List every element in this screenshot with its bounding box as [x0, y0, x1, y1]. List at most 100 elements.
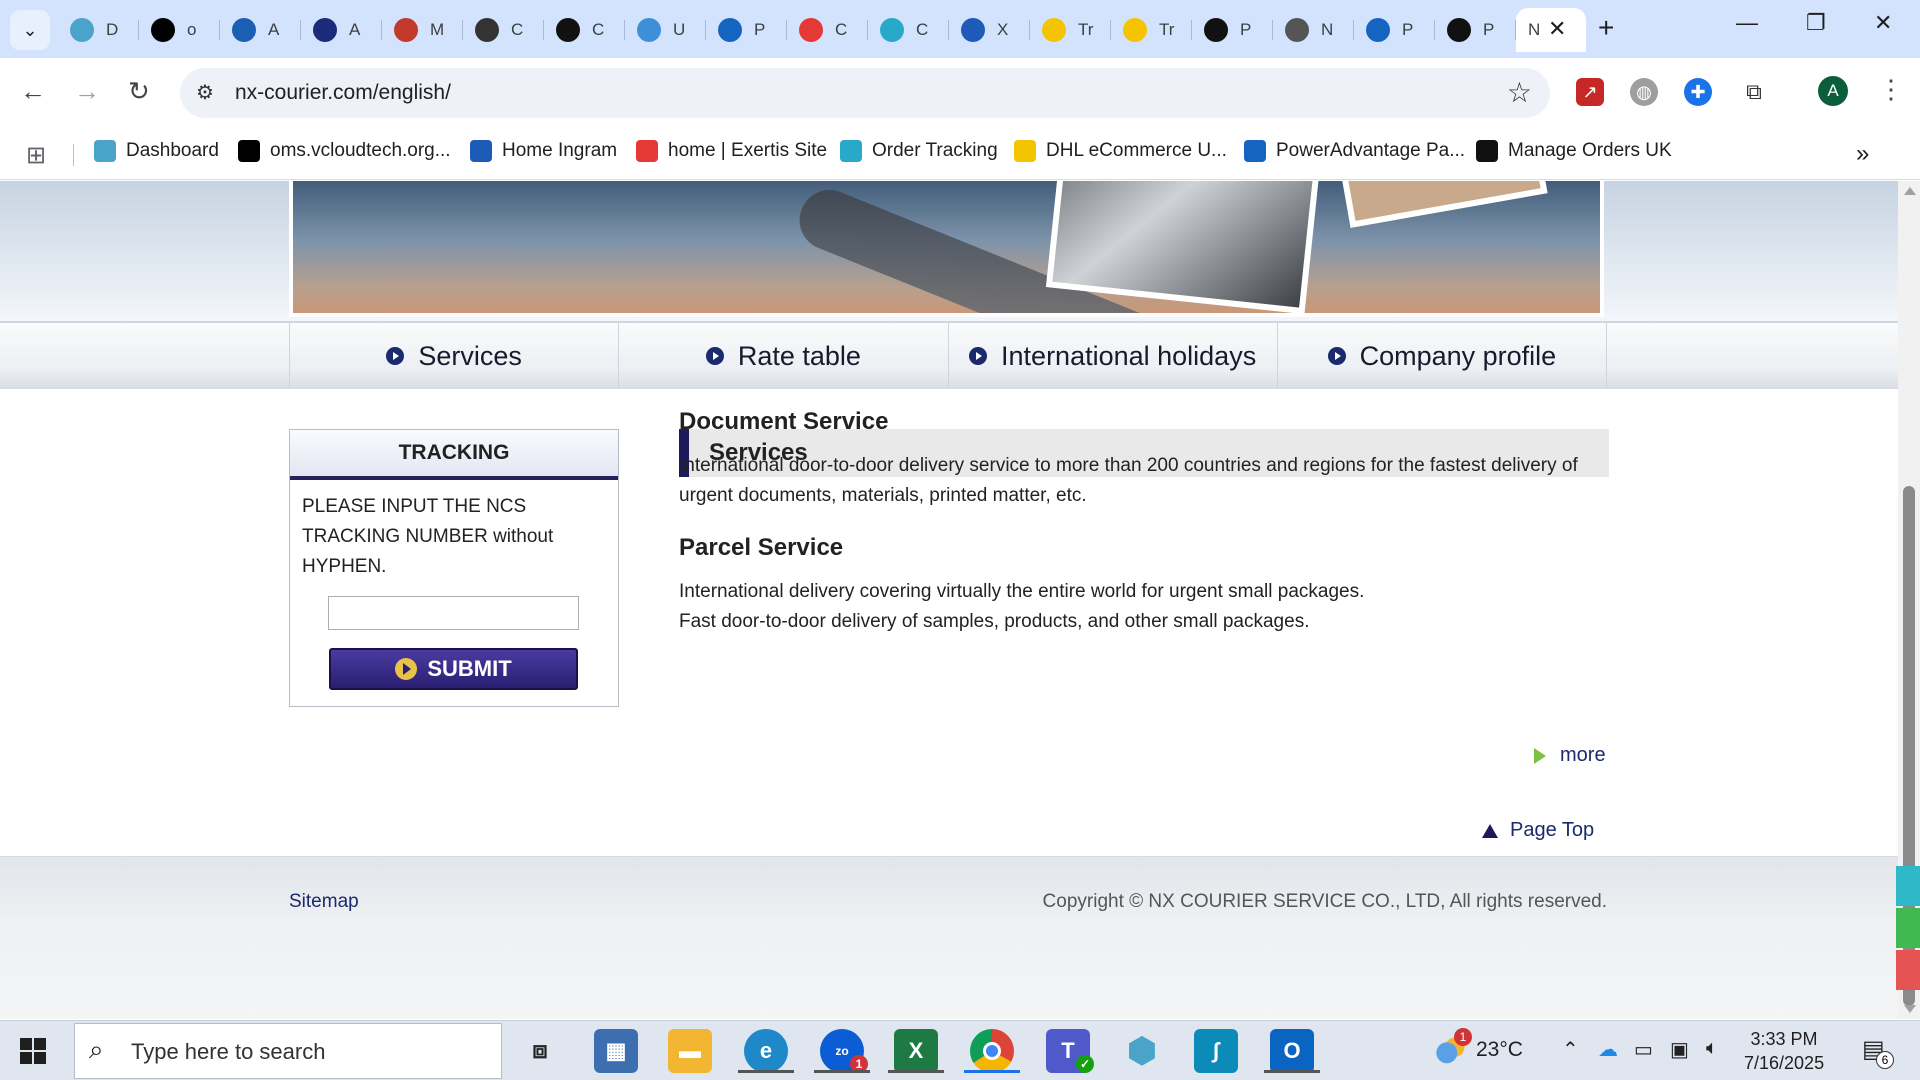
excel-icon[interactable]: X	[888, 1029, 944, 1073]
nav-services[interactable]: Services	[289, 323, 618, 389]
dhl-icon	[1123, 18, 1147, 42]
scrollbar-markers	[1896, 866, 1920, 992]
extensions-puzzle-icon[interactable]: ⧉	[1740, 78, 1768, 106]
address-bar[interactable]: ⚙ nx-courier.com/english/ ☆	[180, 68, 1550, 118]
bookmark-star-icon[interactable]: ☆	[1507, 76, 1532, 109]
browser-tab[interactable]: C	[463, 8, 544, 52]
browser-tab[interactable]: C	[544, 8, 625, 52]
calculator-icon[interactable]: ▦	[594, 1029, 638, 1073]
scroll-down-icon[interactable]	[1904, 1005, 1916, 1013]
browser-tab[interactable]: C	[787, 8, 868, 52]
hexagon-icon	[70, 18, 94, 42]
browser-tab[interactable]: Tr	[1030, 8, 1111, 52]
profile-avatar[interactable]: A	[1818, 76, 1848, 106]
zoom-icon[interactable]: zo 1	[814, 1029, 870, 1073]
browser-tab[interactable]: D	[58, 8, 139, 52]
dhl-icon	[1042, 18, 1066, 42]
nav-international-holidays[interactable]: International holidays	[947, 323, 1277, 389]
browser-tab[interactable]: P	[706, 8, 787, 52]
weather-widget[interactable]: 1 23°C	[1434, 1028, 1523, 1064]
play-bullet-icon	[1327, 347, 1346, 365]
minimize-icon[interactable]: —	[1736, 10, 1758, 36]
script-app-icon[interactable]: ∫	[1194, 1029, 1238, 1073]
start-button[interactable]	[20, 1038, 46, 1064]
globe-extension-icon[interactable]: ◍	[1630, 78, 1658, 106]
site-info-icon[interactable]: ⚙	[196, 80, 214, 105]
show-hidden-icons[interactable]: ⌃	[1562, 1037, 1579, 1062]
submit-button[interactable]: SUBMIT	[329, 648, 578, 690]
arrow-logo-icon	[313, 18, 337, 42]
tab-search-button[interactable]: ⌄	[10, 10, 50, 50]
hexagon-app-icon[interactable]: ⬢	[1120, 1029, 1164, 1073]
browser-tab[interactable]: P	[1354, 8, 1435, 52]
bird-icon	[1447, 18, 1471, 42]
back-button[interactable]: ←	[20, 76, 46, 107]
close-window-icon[interactable]: ✕	[1874, 10, 1892, 36]
triangle-logo-icon	[238, 140, 260, 162]
parcel-photo	[1338, 181, 1548, 228]
browser-tab[interactable]: P	[1192, 8, 1273, 52]
tab-list: Do A A M C C U P C C X Tr Tr P N P P N	[58, 8, 1586, 52]
pdf-extension-icon[interactable]: ↗	[1576, 78, 1604, 106]
openai-icon	[556, 18, 580, 42]
forward-button[interactable]: →	[74, 76, 100, 107]
url-text[interactable]: nx-courier.com/english/	[235, 81, 451, 105]
sitemap-link[interactable]: Sitemap	[289, 891, 359, 913]
scroll-marker	[1896, 908, 1920, 948]
chrome-icon[interactable]	[964, 1029, 1020, 1073]
browser-tab[interactable]: Tr	[1111, 8, 1192, 52]
file-explorer-icon[interactable]: ▬	[668, 1029, 712, 1073]
page-top-link[interactable]: Page Top	[1482, 819, 1594, 842]
bookmark-item[interactable]: PowerAdvantage Pa...	[1244, 140, 1465, 162]
browser-tab[interactable]: X	[949, 8, 1030, 52]
bookmark-item[interactable]: Order Tracking	[840, 140, 998, 162]
outlook-icon[interactable]: O	[1264, 1029, 1320, 1073]
bookmark-item[interactable]: home | Exertis Site	[636, 140, 827, 162]
scroll-up-icon[interactable]	[1904, 187, 1916, 195]
bookmark-label: Dashboard	[126, 140, 219, 161]
browser-tab[interactable]: U	[625, 8, 706, 52]
nav-company-profile[interactable]: Company profile	[1276, 323, 1607, 389]
close-tab-icon[interactable]: ✕	[1548, 16, 1566, 42]
bookmark-item[interactable]: oms.vcloudtech.org...	[238, 140, 451, 162]
edge-icon[interactable]: e	[738, 1029, 794, 1073]
taskbar-search[interactable]: ⌕ Type here to search	[74, 1023, 502, 1079]
bookmark-item[interactable]: DHL eCommerce U...	[1014, 140, 1227, 162]
nav-rate-table[interactable]: Rate table	[618, 323, 947, 389]
circle-arc-icon	[232, 18, 256, 42]
more-bookmarks-icon[interactable]: »	[1856, 140, 1869, 168]
browser-tab[interactable]: A	[220, 8, 301, 52]
browser-tab[interactable]: M	[382, 8, 463, 52]
bookmark-item[interactable]: Manage Orders UK	[1476, 140, 1672, 162]
parcel-service-text-2: Fast door-to-door delivery of samples, p…	[679, 611, 1310, 632]
reload-button[interactable]: ↻	[128, 76, 150, 107]
bookmark-item[interactable]: Home Ingram	[470, 140, 617, 162]
network-icon[interactable]: ▣	[1670, 1037, 1689, 1062]
battery-icon[interactable]: ▭	[1634, 1037, 1653, 1062]
bookmark-item[interactable]: Dashboard	[94, 140, 219, 162]
browser-tab[interactable]: A	[301, 8, 382, 52]
browser-tab[interactable]: P	[1435, 8, 1516, 52]
more-link[interactable]: more	[1534, 744, 1606, 767]
apps-grid-icon[interactable]: ⊞	[26, 141, 46, 170]
browser-tab[interactable]: o	[139, 8, 220, 52]
browser-tab[interactable]: N	[1273, 8, 1354, 52]
new-tab-button[interactable]: +	[1598, 12, 1614, 44]
task-view-icon[interactable]: ⧈	[518, 1029, 562, 1073]
extension-icon[interactable]: ✚	[1684, 78, 1712, 106]
volume-icon[interactable]: 🔈︎	[1706, 1037, 1718, 1060]
tab-title: N	[1321, 20, 1334, 39]
tracking-instructions: PLEASE INPUT THE NCS TRACKING NUMBER wit…	[302, 496, 554, 577]
tracking-number-input[interactable]	[328, 596, 579, 630]
restore-icon[interactable]: ❐	[1806, 10, 1826, 36]
teams-icon[interactable]: T ✓	[1046, 1029, 1094, 1073]
e-logo-icon	[1366, 18, 1390, 42]
bookmark-label: DHL eCommerce U...	[1046, 140, 1227, 161]
up-triangle-icon	[1482, 823, 1498, 838]
nav-label: Services	[418, 340, 522, 371]
tab-title: P	[754, 20, 766, 39]
onedrive-icon[interactable]: ☁	[1598, 1037, 1618, 1062]
more-menu-icon[interactable]: ⋮	[1878, 74, 1904, 105]
system-clock[interactable]: 3:33 PM 7/16/2025	[1744, 1027, 1824, 1075]
browser-tab[interactable]: C	[868, 8, 949, 52]
